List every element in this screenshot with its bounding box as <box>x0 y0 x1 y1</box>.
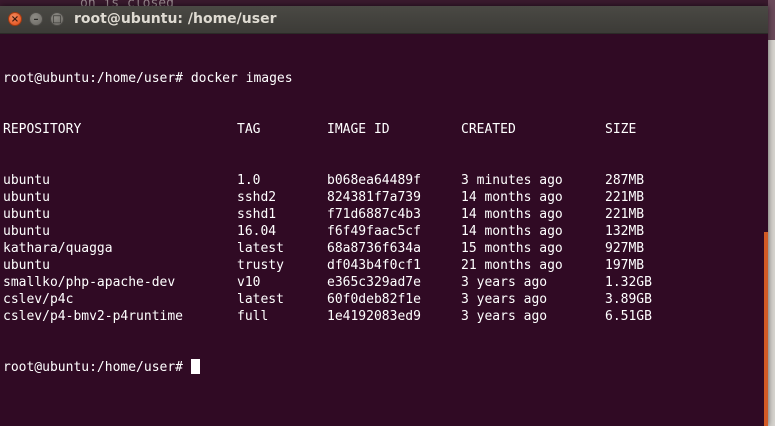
window-title: root@ubuntu: /home/user <box>74 11 277 27</box>
cell-tag: trusty <box>237 258 284 273</box>
cell-size: 3.89GB <box>605 292 652 307</box>
minimize-button[interactable]: – <box>29 12 43 26</box>
table-header: REPOSITORY TAG IMAGE ID CREATED SIZE <box>3 121 762 138</box>
cell-size: 221MB <box>605 190 645 205</box>
close-icon: × <box>10 14 20 25</box>
cell-repository: ubuntu <box>3 224 50 239</box>
cell-size: 197MB <box>605 258 645 273</box>
cell-image-id: e365c329ad7e <box>327 275 421 290</box>
cell-created: 3 years ago <box>461 309 548 324</box>
cell-image-id: b068ea64489f <box>327 173 421 188</box>
text-cursor <box>190 359 200 374</box>
cell-tag: sshd1 <box>237 207 277 222</box>
table-row: ubuntu 16.04 f6f49faac5cf 14 months ago 132M… <box>3 223 762 240</box>
cell-tag: latest <box>237 292 284 307</box>
cell-image-id: f71d6887c4b3 <box>327 207 421 222</box>
cell-repository: cslev/p4c <box>3 292 74 307</box>
header-repository: REPOSITORY <box>3 122 82 137</box>
cell-size: 132MB <box>605 224 645 239</box>
cell-created: 14 months ago <box>461 207 563 222</box>
final-prompt: root@ubuntu:/home/user# <box>3 360 184 375</box>
cell-tag: latest <box>237 241 284 256</box>
terminal-window: × – □ root@ubuntu: /home/user root@ubunt… <box>0 6 768 426</box>
cell-image-id: 824381f7a739 <box>327 190 421 205</box>
cell-tag: v10 <box>237 275 261 290</box>
table-row: ubuntu sshd2 824381f7a739 14 months ago 221M… <box>3 189 762 206</box>
table-row: kathara/quagga latest 68a8736f634a 15 month… <box>3 240 762 257</box>
cell-size: 221MB <box>605 207 645 222</box>
cell-repository: cslev/p4-bmv2-p4runtime <box>3 309 184 324</box>
cell-created: 15 months ago <box>461 241 563 256</box>
window-titlebar[interactable]: × – □ root@ubuntu: /home/user <box>0 6 768 34</box>
minimize-icon: – <box>33 14 39 25</box>
cell-repository: ubuntu <box>3 258 50 273</box>
image-rows: ubuntu 1.0 b068ea64489f 3 minutes ago 287MB u… <box>3 172 762 325</box>
cell-size: 287MB <box>605 173 645 188</box>
command-text: docker images <box>190 71 293 86</box>
header-created: CREATED <box>461 122 516 137</box>
cell-repository: kathara/quagga <box>3 241 113 256</box>
cell-tag: sshd2 <box>237 190 277 205</box>
close-button[interactable]: × <box>8 12 22 26</box>
header-image-id: IMAGE ID <box>327 122 390 137</box>
table-row: ubuntu sshd1 f71d6887c4b3 14 months ago 221M… <box>3 206 762 223</box>
cell-created: 3 years ago <box>461 292 548 307</box>
cell-image-id: 60f0deb82f1e <box>327 292 421 307</box>
cell-tag: 16.04 <box>237 224 277 239</box>
cell-created: 3 years ago <box>461 275 548 290</box>
cell-image-id: df043b4f0cf1 <box>327 258 421 273</box>
table-row: ubuntu 1.0 b068ea64489f 3 minutes ago 287MB <box>3 172 762 189</box>
cell-image-id: f6f49faac5cf <box>327 224 421 239</box>
cell-created: 14 months ago <box>461 190 563 205</box>
cell-repository: ubuntu <box>3 173 50 188</box>
prompt: root@ubuntu:/home/user# <box>3 71 184 86</box>
cell-size: 927MB <box>605 241 645 256</box>
desktop-right-edge <box>768 0 775 426</box>
table-row: cslev/p4-bmv2-p4runtime full 1e4192083ed9 3… <box>3 308 762 325</box>
final-prompt-line: root@ubuntu:/home/user# <box>3 359 762 376</box>
command-line: root@ubuntu:/home/user# docker images <box>3 70 762 87</box>
maximize-button[interactable]: □ <box>50 12 64 26</box>
terminal-output[interactable]: root@ubuntu:/home/user# docker images RE… <box>0 34 762 426</box>
header-tag: TAG <box>237 122 261 137</box>
scrollbar[interactable] <box>762 34 768 426</box>
cell-size: 6.51GB <box>605 309 652 324</box>
cell-image-id: 1e4192083ed9 <box>327 309 421 324</box>
desktop-right-edge-top <box>768 0 775 40</box>
table-row: smallko/php-apache-dev v10 e365c329ad7e 3 y… <box>3 274 762 291</box>
header-size: SIZE <box>605 122 637 137</box>
cell-created: 3 minutes ago <box>461 173 563 188</box>
cell-repository: ubuntu <box>3 207 50 222</box>
scrollbar-thumb[interactable] <box>764 232 768 426</box>
cell-tag: 1.0 <box>237 173 261 188</box>
cell-created: 14 months ago <box>461 224 563 239</box>
cell-image-id: 68a8736f634a <box>327 241 421 256</box>
table-row: cslev/p4c latest 60f0deb82f1e 3 years ago 3.… <box>3 291 762 308</box>
cell-tag: full <box>237 309 269 324</box>
cell-created: 21 months ago <box>461 258 563 273</box>
table-row: ubuntu trusty df043b4f0cf1 21 months ago 197… <box>3 257 762 274</box>
maximize-icon: □ <box>52 14 62 25</box>
cell-repository: ubuntu <box>3 190 50 205</box>
cell-repository: smallko/php-apache-dev <box>3 275 176 290</box>
cell-size: 1.32GB <box>605 275 652 290</box>
